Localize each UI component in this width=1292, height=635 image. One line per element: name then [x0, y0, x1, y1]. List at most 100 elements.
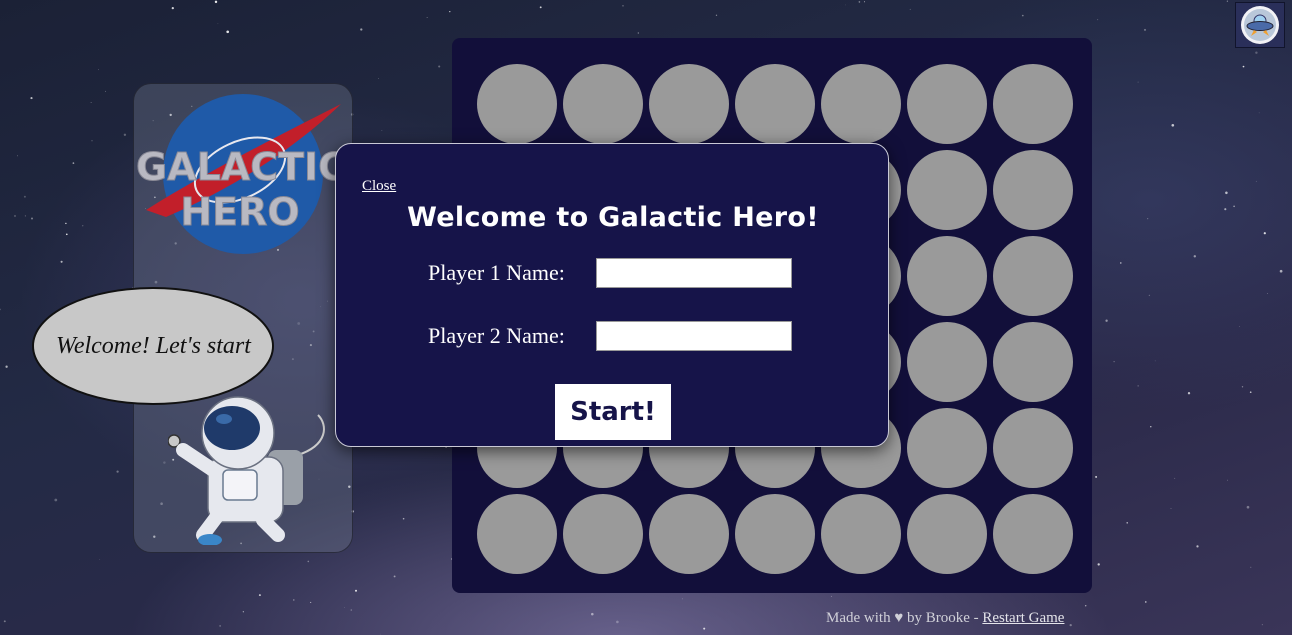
star [591, 612, 594, 616]
star [307, 560, 310, 563]
board-cell[interactable] [993, 408, 1073, 488]
star [65, 233, 68, 236]
board-cell[interactable] [821, 64, 901, 144]
star [1148, 294, 1151, 297]
board-cell[interactable] [821, 494, 901, 574]
close-link[interactable]: Close [362, 178, 396, 195]
star [54, 498, 58, 502]
star [1097, 19, 1099, 21]
star [1113, 360, 1115, 363]
board-cell[interactable] [649, 494, 729, 574]
galactic-hero-logo: GALACTIC HERO [136, 94, 346, 254]
logo-text-line1: GALACTIC [136, 145, 346, 189]
star [1021, 14, 1024, 17]
star [1246, 505, 1250, 509]
star [31, 217, 33, 220]
star [1137, 385, 1139, 387]
star [105, 90, 107, 92]
star [1187, 392, 1191, 395]
star [171, 6, 174, 10]
star [219, 625, 221, 627]
board-cell[interactable] [563, 494, 643, 574]
star [0, 308, 1, 311]
star [1250, 566, 1252, 568]
star [1255, 180, 1257, 182]
star [863, 1, 866, 3]
player1-row: Player 1 Name: [428, 257, 792, 289]
player1-label: Player 1 Name: [428, 260, 565, 285]
star [242, 611, 244, 613]
player1-name-input[interactable] [596, 258, 792, 288]
star [258, 594, 261, 597]
board-cell[interactable] [477, 494, 557, 574]
board-cell[interactable] [477, 64, 557, 144]
star [703, 627, 706, 630]
star [123, 133, 127, 136]
start-button[interactable]: Start! [555, 384, 671, 440]
star [622, 5, 624, 7]
star [380, 633, 381, 635]
star [1147, 218, 1149, 220]
board-cell[interactable] [563, 64, 643, 144]
board-cell[interactable] [993, 64, 1073, 144]
board-cell[interactable] [907, 236, 987, 316]
modal-title: Welcome to Galactic Hero! [407, 202, 819, 233]
star [1249, 391, 1252, 394]
star [1105, 319, 1108, 322]
star [60, 260, 63, 263]
board-cell[interactable] [735, 64, 815, 144]
star [1095, 475, 1098, 478]
star [1241, 386, 1244, 388]
star [16, 155, 18, 157]
board-cell[interactable] [993, 150, 1073, 230]
star [845, 4, 846, 6]
board-cell[interactable] [649, 64, 729, 144]
star [350, 609, 353, 611]
star [226, 30, 230, 34]
star [1242, 65, 1245, 68]
star [1279, 269, 1283, 273]
board-cell[interactable] [735, 494, 815, 574]
board-cell[interactable] [907, 408, 987, 488]
star [830, 595, 832, 597]
star [1170, 508, 1172, 509]
board-cell[interactable] [993, 322, 1073, 402]
star [715, 14, 718, 16]
star [1224, 208, 1227, 211]
star [344, 606, 345, 608]
star [99, 559, 101, 560]
star [1239, 326, 1241, 328]
star [1226, 0, 1229, 2]
star [116, 470, 119, 473]
astronaut-mascot [168, 396, 325, 545]
board-cell[interactable] [907, 64, 987, 144]
star [360, 28, 363, 31]
board-cell[interactable] [993, 236, 1073, 316]
board-cell[interactable] [907, 322, 987, 402]
star [214, 0, 218, 4]
board-cell[interactable] [907, 150, 987, 230]
welcome-modal: Close Welcome to Galactic Hero! Player 1… [335, 143, 889, 447]
star [1174, 477, 1176, 479]
board-cell[interactable] [993, 494, 1073, 574]
restart-game-link[interactable]: Restart Game [982, 610, 1064, 626]
star [1196, 545, 1199, 548]
star [30, 97, 33, 100]
star [310, 601, 312, 603]
star [65, 222, 67, 225]
corner-badge[interactable] [1235, 2, 1285, 48]
footer-made-with: Made with [826, 610, 891, 626]
star [378, 78, 379, 79]
star [1143, 28, 1147, 31]
board-cell[interactable] [907, 494, 987, 574]
star [616, 620, 619, 624]
star [539, 6, 542, 9]
star [1193, 255, 1197, 258]
player2-label: Player 2 Name: [428, 323, 565, 348]
player2-name-input[interactable] [596, 321, 792, 351]
star [909, 8, 911, 10]
star [438, 65, 441, 68]
star [355, 589, 357, 592]
star [393, 575, 396, 578]
star [293, 599, 295, 601]
